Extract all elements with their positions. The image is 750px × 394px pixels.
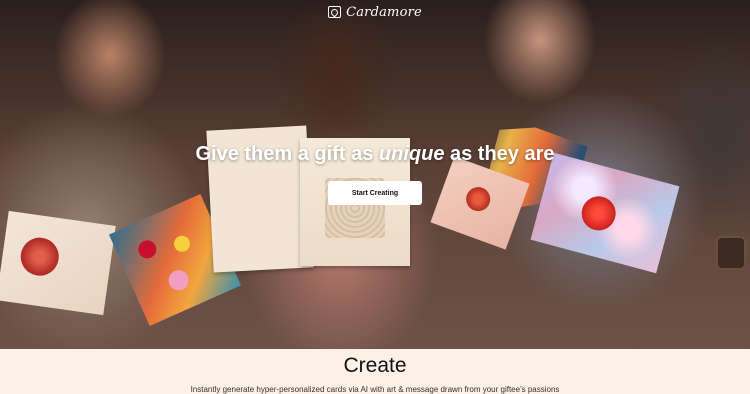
rose-illustration [462,183,494,215]
section-description: Instantly generate hyper-personalized ca… [190,385,560,394]
hero-image [0,0,750,349]
wristwatch [716,236,746,270]
flower-dot [135,237,160,262]
rose-illustration [577,192,620,235]
glitter-card [530,152,680,274]
headline-emphasis: unique [378,143,445,165]
rose-illustration [18,235,62,279]
flower-dot [171,233,193,255]
create-section: Create Instantly generate hyper-personal… [0,349,750,394]
card-heart-icon[interactable] [328,6,342,18]
start-creating-button[interactable]: Start Creating [328,181,422,205]
flower-dot [165,267,192,294]
floral-card-left [0,210,116,316]
hero-headline: Give them a gift as unique as they are [0,143,750,166]
headline-text-start: Give them a gift as [195,143,374,165]
section-title: Create [343,354,407,377]
brand-logo-text[interactable]: Cardamore [346,5,422,20]
headline-text-end: as they are [450,143,555,165]
site-header: Cardamore [0,0,750,24]
